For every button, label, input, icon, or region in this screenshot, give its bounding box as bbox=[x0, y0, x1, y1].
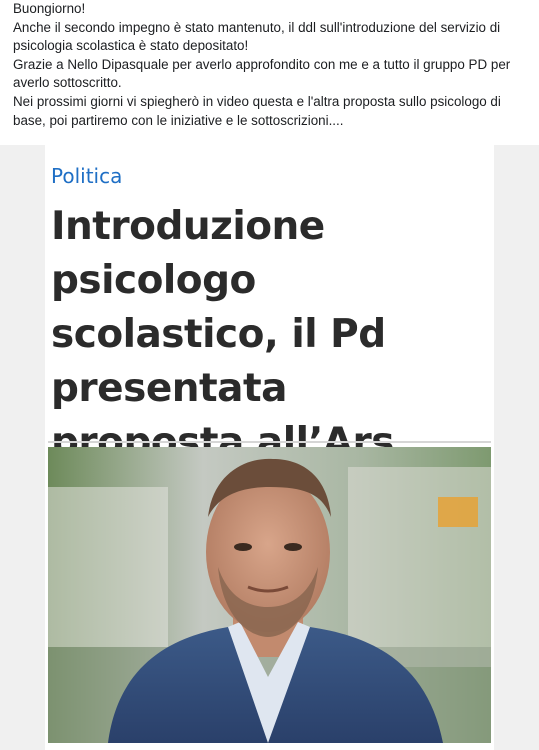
shared-image-card[interactable]: Politica Introduzione psicologo scolasti… bbox=[0, 145, 539, 750]
post-line-next-steps: Nei prossimi giorni vi spiegherò in vide… bbox=[13, 93, 505, 128]
post-line-announcement: Anche il secondo impegno è stato mantenu… bbox=[13, 19, 504, 54]
article-screenshot: Politica Introduzione psicologo scolasti… bbox=[45, 145, 494, 750]
article-category: Politica bbox=[51, 164, 123, 188]
article-headline: Introduzione psicologo scolastico, il Pd… bbox=[51, 204, 394, 465]
post-line-thanks: Grazie a Nello Dipasquale per averlo app… bbox=[13, 56, 514, 91]
divider bbox=[48, 441, 491, 443]
post-line-greeting: Buongiorno! bbox=[13, 1, 86, 16]
portrait-illustration bbox=[48, 447, 491, 743]
man-portrait-photo bbox=[48, 447, 491, 743]
post-text: Buongiorno! Anche il secondo impegno è s… bbox=[13, 0, 533, 130]
